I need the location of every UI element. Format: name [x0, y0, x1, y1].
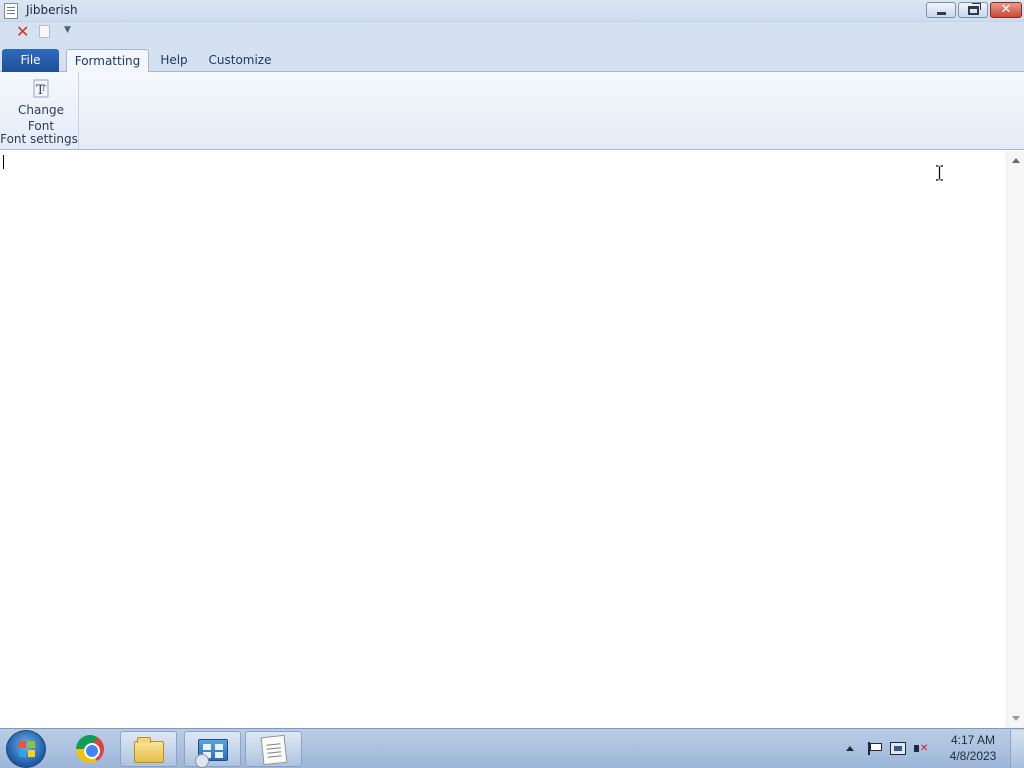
window-title: Jibberish	[26, 3, 78, 17]
show-desktop-button[interactable]	[1010, 730, 1024, 768]
close-icon: ✕	[1000, 2, 1012, 17]
tab-help[interactable]: Help	[154, 49, 194, 72]
restore-button[interactable]	[958, 2, 988, 18]
text-caret	[3, 155, 4, 169]
control-panel-icon	[195, 739, 228, 768]
clock[interactable]: 4:17 AM 4/8/2023	[940, 732, 1006, 764]
chrome-icon	[76, 735, 104, 763]
quick-access-toolbar: ✕ ▼	[0, 22, 1024, 42]
folder-icon	[134, 737, 164, 763]
taskbar-jibberish[interactable]	[245, 731, 302, 767]
tab-file[interactable]: File	[2, 49, 59, 72]
close-button[interactable]: ✕	[990, 2, 1022, 18]
text-editor[interactable]	[0, 151, 1006, 728]
scroll-down-icon[interactable]	[1012, 716, 1020, 721]
taskbar-control-panel[interactable]	[184, 731, 241, 768]
tab-formatting[interactable]: Formatting	[66, 49, 149, 73]
red-x-icon[interactable]: ✕	[16, 23, 29, 41]
change-font-button[interactable]: T T Change Font	[6, 74, 76, 133]
ibeam-cursor-icon	[936, 165, 943, 181]
notepad-icon	[260, 734, 288, 766]
caption-buttons: ✕	[926, 2, 1022, 20]
taskbar: 4:17 AM 4/8/2023	[0, 728, 1024, 768]
ribbon-panel: T T Change Font Font settings	[0, 72, 1024, 150]
scroll-up-icon[interactable]	[1012, 158, 1020, 163]
restore-icon	[968, 3, 981, 15]
windows-orb-icon[interactable]	[6, 730, 46, 768]
change-font-label: Change Font	[6, 102, 76, 134]
tab-customize[interactable]: Customize	[204, 49, 276, 72]
volume-muted-icon[interactable]	[914, 741, 930, 757]
dropdown-arrow-icon[interactable]: ▼	[64, 25, 71, 35]
minimize-icon	[937, 12, 946, 15]
clock-time: 4:17 AM	[950, 733, 996, 747]
change-font-label-line1: Change	[18, 103, 64, 117]
ribbon-tabs: File Formatting Help Customize	[0, 42, 1024, 73]
taskbar-chrome[interactable]	[60, 731, 117, 767]
minimize-button[interactable]	[926, 2, 956, 18]
app-icon[interactable]	[4, 3, 18, 19]
show-hidden-icons-icon[interactable]	[846, 746, 854, 751]
taskbar-file-explorer[interactable]	[120, 731, 177, 767]
group-label-font-settings: Font settings	[0, 132, 78, 146]
font-settings-group: T T Change Font Font settings	[0, 72, 79, 149]
document-icon[interactable]	[39, 25, 50, 38]
vertical-scrollbar[interactable]	[1006, 151, 1024, 728]
action-center-flag-icon[interactable]	[868, 742, 882, 755]
title-bar[interactable]: Jibberish ✕	[0, 0, 1024, 22]
svg-text:T: T	[41, 84, 47, 93]
clock-date: 4/8/2023	[949, 749, 997, 763]
network-icon[interactable]	[890, 742, 906, 755]
change-font-icon: T T	[33, 79, 49, 98]
